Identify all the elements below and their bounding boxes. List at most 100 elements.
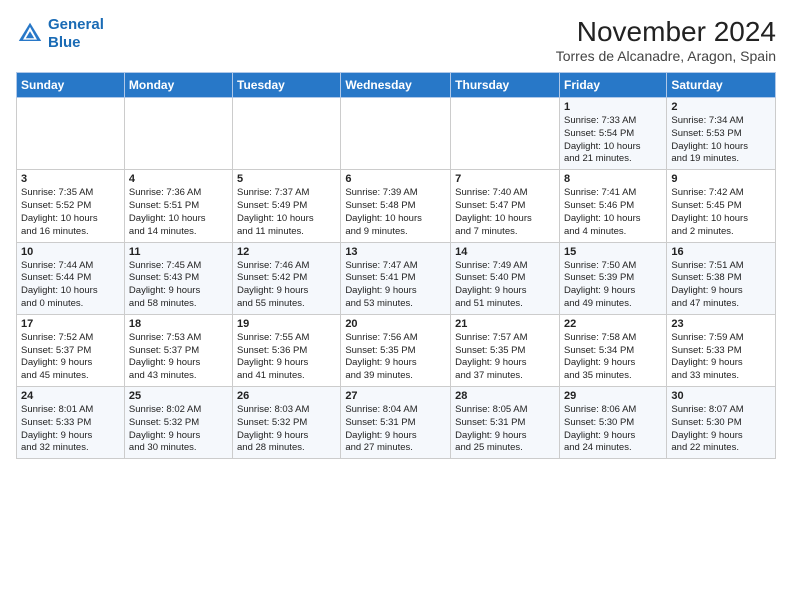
weekday-header: Monday [124,73,232,98]
weekday-header: Tuesday [233,73,341,98]
month-title: November 2024 [556,16,776,48]
day-number: 9 [671,173,771,185]
day-info: Sunrise: 7:47 AM Sunset: 5:41 PM Dayligh… [345,260,446,311]
day-info: Sunrise: 7:41 AM Sunset: 5:46 PM Dayligh… [564,187,662,238]
calendar-cell: 16 Sunrise: 7:51 AM Sunset: 5:38 PM Dayli… [667,242,776,314]
logo-line1: General [48,16,104,33]
weekday-header: Sunday [17,73,125,98]
calendar-cell: 18 Sunrise: 7:53 AM Sunset: 5:37 PM Dayli… [124,314,232,386]
calendar-cell: 7 Sunrise: 7:40 AM Sunset: 5:47 PM Daylig… [451,170,560,242]
calendar-body: 1 Sunrise: 7:33 AM Sunset: 5:54 PM Daylig… [17,98,776,459]
day-number: 1 [564,101,662,113]
calendar-cell: 22Sunrise: 7:58 AM Sunset: 5:34 PM Dayli… [559,314,666,386]
weekday-header: Friday [559,73,666,98]
day-info: Sunrise: 7:45 AM Sunset: 5:43 PM Dayligh… [129,260,228,311]
calendar-cell: 28Sunrise: 8:05 AM Sunset: 5:31 PM Dayli… [451,387,560,459]
weekday-header: Thursday [451,73,560,98]
day-info: Sunrise: 8:01 AM Sunset: 5:33 PM Dayligh… [21,404,120,455]
logo-icon [16,20,44,48]
day-number: 26 [237,390,336,402]
calendar-cell: 27Sunrise: 8:04 AM Sunset: 5:31 PM Dayli… [341,387,451,459]
calendar-cell: 29 Sunrise: 8:06 AM Sunset: 5:30 PM Dayli… [559,387,666,459]
calendar-cell: 3Sunrise: 7:35 AM Sunset: 5:52 PM Daylig… [17,170,125,242]
day-info: Sunrise: 7:49 AM Sunset: 5:40 PM Dayligh… [455,260,555,311]
logo-text: General Blue [48,16,104,52]
day-number: 7 [455,173,555,185]
day-info: Sunrise: 7:51 AM Sunset: 5:38 PM Dayligh… [671,260,771,311]
calendar-cell [341,98,451,170]
calendar-cell: 20 Sunrise: 7:56 AM Sunset: 5:35 PM Dayli… [341,314,451,386]
calendar-cell: 24 Sunrise: 8:01 AM Sunset: 5:33 PM Dayli… [17,387,125,459]
day-number: 4 [129,173,228,185]
day-info: Sunrise: 7:33 AM Sunset: 5:54 PM Dayligh… [564,115,662,166]
calendar-cell [124,98,232,170]
day-number: 27 [345,390,446,402]
calendar-cell: 2Sunrise: 7:34 AM Sunset: 5:53 PM Daylig… [667,98,776,170]
calendar-cell: 1 Sunrise: 7:33 AM Sunset: 5:54 PM Daylig… [559,98,666,170]
calendar-table: SundayMondayTuesdayWednesdayThursdayFrid… [16,72,776,459]
week-row: 3Sunrise: 7:35 AM Sunset: 5:52 PM Daylig… [17,170,776,242]
calendar-cell: 13 Sunrise: 7:47 AM Sunset: 5:41 PM Dayli… [341,242,451,314]
calendar-cell: 10 Sunrise: 7:44 AM Sunset: 5:44 PM Dayli… [17,242,125,314]
logo: General Blue [16,16,104,52]
calendar-cell: 25Sunrise: 8:02 AM Sunset: 5:32 PM Dayli… [124,387,232,459]
week-row: 10 Sunrise: 7:44 AM Sunset: 5:44 PM Dayli… [17,242,776,314]
day-number: 8 [564,173,662,185]
day-info: Sunrise: 8:05 AM Sunset: 5:31 PM Dayligh… [455,404,555,455]
week-row: 1 Sunrise: 7:33 AM Sunset: 5:54 PM Daylig… [17,98,776,170]
day-number: 14 [455,246,555,258]
calendar-cell: 11 Sunrise: 7:45 AM Sunset: 5:43 PM Dayli… [124,242,232,314]
calendar-header: SundayMondayTuesdayWednesdayThursdayFrid… [17,73,776,98]
day-info: Sunrise: 7:35 AM Sunset: 5:52 PM Dayligh… [21,187,120,238]
logo-line2: Blue [48,34,81,51]
day-number: 29 [564,390,662,402]
day-info: Sunrise: 8:03 AM Sunset: 5:32 PM Dayligh… [237,404,336,455]
day-number: 20 [345,318,446,330]
day-number: 19 [237,318,336,330]
calendar-cell: 6Sunrise: 7:39 AM Sunset: 5:48 PM Daylig… [341,170,451,242]
day-number: 25 [129,390,228,402]
day-info: Sunrise: 7:57 AM Sunset: 5:35 PM Dayligh… [455,332,555,383]
day-info: Sunrise: 7:36 AM Sunset: 5:51 PM Dayligh… [129,187,228,238]
page: General Blue November 2024 Torres de Alc… [0,0,792,469]
day-info: Sunrise: 7:42 AM Sunset: 5:45 PM Dayligh… [671,187,771,238]
day-info: Sunrise: 8:07 AM Sunset: 5:30 PM Dayligh… [671,404,771,455]
day-info: Sunrise: 7:37 AM Sunset: 5:49 PM Dayligh… [237,187,336,238]
calendar-cell: 19Sunrise: 7:55 AM Sunset: 5:36 PM Dayli… [233,314,341,386]
day-number: 10 [21,246,120,258]
calendar-cell: 17 Sunrise: 7:52 AM Sunset: 5:37 PM Dayli… [17,314,125,386]
day-info: Sunrise: 7:58 AM Sunset: 5:34 PM Dayligh… [564,332,662,383]
day-number: 12 [237,246,336,258]
location-subtitle: Torres de Alcanadre, Aragon, Spain [556,48,776,64]
weekday-header: Wednesday [341,73,451,98]
day-number: 16 [671,246,771,258]
day-number: 11 [129,246,228,258]
calendar-cell: 12Sunrise: 7:46 AM Sunset: 5:42 PM Dayli… [233,242,341,314]
day-number: 24 [21,390,120,402]
day-info: Sunrise: 7:56 AM Sunset: 5:35 PM Dayligh… [345,332,446,383]
weekday-row: SundayMondayTuesdayWednesdayThursdayFrid… [17,73,776,98]
day-number: 5 [237,173,336,185]
weekday-header: Saturday [667,73,776,98]
day-number: 18 [129,318,228,330]
calendar-cell: 14 Sunrise: 7:49 AM Sunset: 5:40 PM Dayli… [451,242,560,314]
week-row: 24 Sunrise: 8:01 AM Sunset: 5:33 PM Dayli… [17,387,776,459]
calendar-cell: 30 Sunrise: 8:07 AM Sunset: 5:30 PM Dayli… [667,387,776,459]
day-number: 30 [671,390,771,402]
day-number: 17 [21,318,120,330]
day-info: Sunrise: 7:40 AM Sunset: 5:47 PM Dayligh… [455,187,555,238]
day-number: 13 [345,246,446,258]
calendar-cell: 21Sunrise: 7:57 AM Sunset: 5:35 PM Dayli… [451,314,560,386]
day-info: Sunrise: 7:39 AM Sunset: 5:48 PM Dayligh… [345,187,446,238]
calendar-cell: 26 Sunrise: 8:03 AM Sunset: 5:32 PM Dayli… [233,387,341,459]
calendar-cell: 23Sunrise: 7:59 AM Sunset: 5:33 PM Dayli… [667,314,776,386]
day-info: Sunrise: 7:34 AM Sunset: 5:53 PM Dayligh… [671,115,771,166]
day-info: Sunrise: 7:44 AM Sunset: 5:44 PM Dayligh… [21,260,120,311]
day-info: Sunrise: 8:06 AM Sunset: 5:30 PM Dayligh… [564,404,662,455]
day-info: Sunrise: 7:53 AM Sunset: 5:37 PM Dayligh… [129,332,228,383]
calendar-cell: 4 Sunrise: 7:36 AM Sunset: 5:51 PM Daylig… [124,170,232,242]
calendar-cell [451,98,560,170]
calendar-cell: 15Sunrise: 7:50 AM Sunset: 5:39 PM Dayli… [559,242,666,314]
title-block: November 2024 Torres de Alcanadre, Arago… [556,16,776,64]
day-info: Sunrise: 7:52 AM Sunset: 5:37 PM Dayligh… [21,332,120,383]
